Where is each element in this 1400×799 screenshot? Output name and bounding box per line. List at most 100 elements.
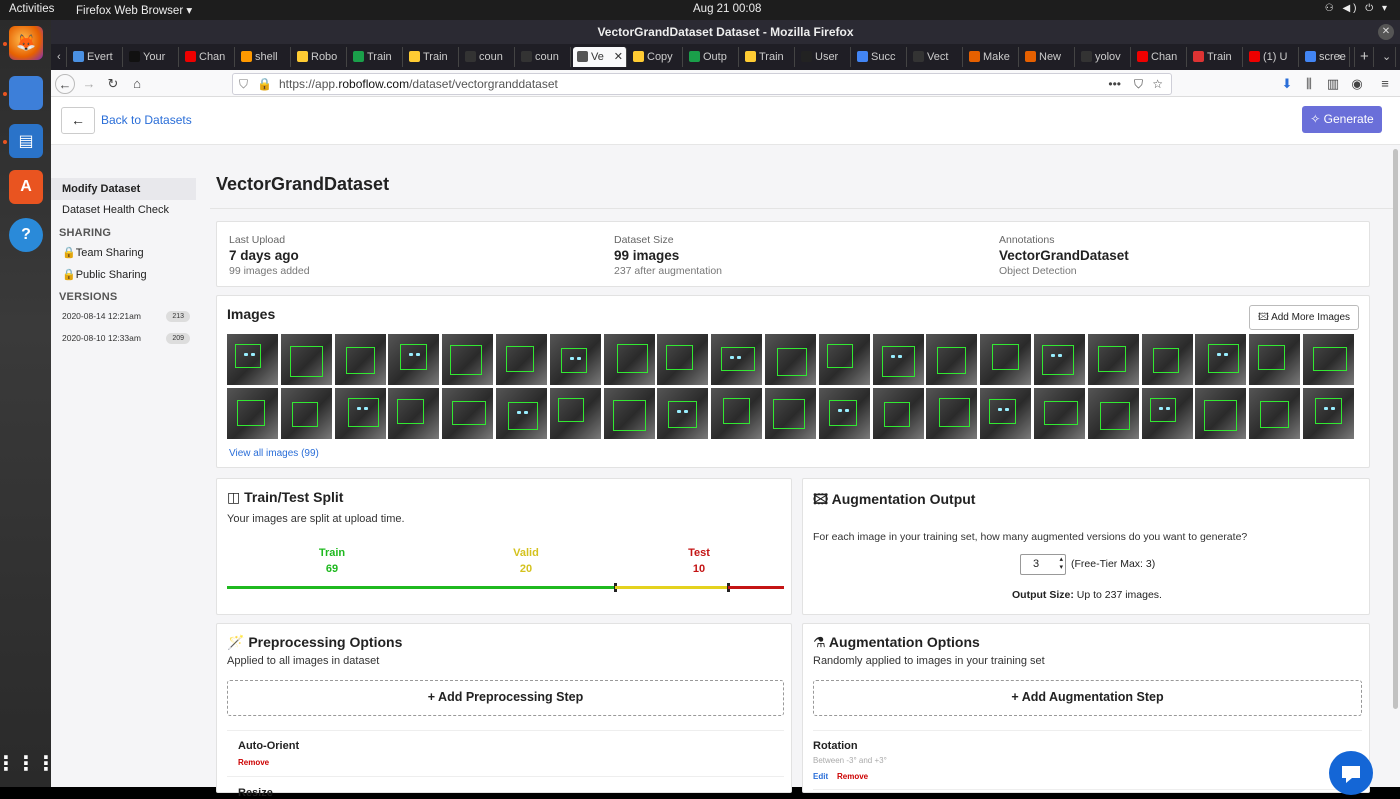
- image-thumbnail[interactable]: [926, 388, 978, 439]
- image-thumbnail[interactable]: [280, 334, 332, 385]
- clock[interactable]: Aug 21 00:08: [693, 3, 761, 15]
- browser-tab[interactable]: Outp: [685, 47, 739, 67]
- image-thumbnail[interactable]: [603, 334, 655, 385]
- apps-grid-icon[interactable]: ⋮⋮⋮: [0, 746, 56, 780]
- lock-icon[interactable]: 🔒: [257, 74, 272, 94]
- back-arrow-icon[interactable]: ←: [61, 107, 95, 134]
- activities-button[interactable]: Activities: [9, 3, 54, 15]
- files-icon[interactable]: [9, 76, 43, 110]
- image-thumbnail[interactable]: [765, 388, 816, 439]
- image-thumbnail[interactable]: [227, 334, 278, 385]
- sidebar-item-modify-dataset[interactable]: Modify Dataset: [51, 178, 196, 200]
- browser-tab[interactable]: coun: [461, 47, 515, 67]
- browser-tab[interactable]: Your: [125, 47, 179, 67]
- image-thumbnail[interactable]: [1195, 388, 1247, 439]
- image-thumbnail[interactable]: [496, 388, 547, 439]
- back-icon[interactable]: ←: [55, 74, 75, 94]
- image-thumbnail[interactable]: [549, 388, 601, 439]
- split-slider[interactable]: [227, 583, 784, 592]
- menu-icon[interactable]: ≡: [1375, 74, 1395, 94]
- remove-rotation-link[interactable]: Remove: [837, 772, 868, 781]
- image-thumbnail[interactable]: [442, 334, 494, 385]
- browser-tab[interactable]: User: [797, 47, 851, 67]
- sidebar-item-health-check[interactable]: Dataset Health Check: [51, 199, 196, 221]
- browser-tab[interactable]: Train: [405, 47, 459, 67]
- back-to-datasets-link[interactable]: Back to Datasets: [101, 113, 192, 127]
- new-tab-icon[interactable]: +: [1356, 47, 1374, 67]
- page-actions-icon[interactable]: •••: [1108, 74, 1121, 94]
- image-thumbnail[interactable]: [657, 334, 709, 385]
- view-all-images-link[interactable]: View all images (99): [229, 448, 319, 459]
- image-thumbnail[interactable]: [818, 334, 870, 385]
- image-thumbnail[interactable]: [1195, 334, 1247, 385]
- image-thumbnail[interactable]: [1141, 388, 1193, 439]
- system-tray[interactable]: ⚇ ◀) ⏻ ▾: [1325, 3, 1390, 14]
- image-thumbnail[interactable]: [549, 334, 601, 385]
- browser-tab[interactable]: New: [1021, 47, 1075, 67]
- tab-list-icon[interactable]: ⌄: [1378, 47, 1396, 67]
- browser-tab[interactable]: Succ: [853, 47, 907, 67]
- image-thumbnail[interactable]: [442, 388, 494, 439]
- image-thumbnail[interactable]: [657, 388, 709, 439]
- sidebar-toggle-icon[interactable]: ▥: [1323, 74, 1343, 94]
- image-thumbnail[interactable]: [388, 334, 440, 385]
- image-thumbnail[interactable]: [334, 334, 386, 385]
- remove-auto-orient-link[interactable]: Remove: [238, 758, 269, 767]
- add-augmentation-step-button[interactable]: + Add Augmentation Step: [813, 680, 1362, 716]
- image-thumbnail[interactable]: [280, 388, 332, 439]
- writer-icon[interactable]: ▤: [9, 124, 43, 158]
- image-thumbnail[interactable]: [227, 388, 278, 439]
- browser-tab[interactable]: Train: [349, 47, 403, 67]
- image-thumbnail[interactable]: [496, 334, 547, 385]
- image-thumbnail[interactable]: [1034, 334, 1085, 385]
- window-close-icon[interactable]: ✕: [1378, 24, 1394, 40]
- image-thumbnail[interactable]: [818, 388, 870, 439]
- version-item[interactable]: 2020-08-10 12:33am 209: [62, 333, 190, 344]
- bookmark-star-icon[interactable]: ☆: [1152, 74, 1163, 94]
- url-bar[interactable]: ⛉ 🔒 https://app.roboflow.com/dataset/vec…: [232, 73, 1172, 95]
- browser-tab[interactable]: Chan: [181, 47, 235, 67]
- tab-scroll-left-icon[interactable]: ‹: [53, 47, 67, 67]
- generate-button[interactable]: ✧ Generate: [1302, 106, 1382, 133]
- image-thumbnail[interactable]: [926, 334, 978, 385]
- pocket-icon[interactable]: ⛉: [1134, 74, 1143, 94]
- browser-tab[interactable]: Train: [741, 47, 795, 67]
- aug-count-input[interactable]: 3 ▴ ▾: [1020, 554, 1066, 575]
- sidebar-item-public-sharing[interactable]: 🔒Public Sharing: [51, 264, 196, 286]
- image-thumbnail[interactable]: [1249, 334, 1301, 385]
- image-thumbnail[interactable]: [872, 334, 924, 385]
- home-icon[interactable]: ⌂: [127, 74, 147, 94]
- image-thumbnail[interactable]: [1303, 334, 1354, 385]
- browser-tab[interactable]: Robo: [293, 47, 347, 67]
- browser-tab[interactable]: Copy: [629, 47, 683, 67]
- image-thumbnail[interactable]: [980, 334, 1032, 385]
- chat-icon[interactable]: [1329, 751, 1373, 795]
- browser-tab[interactable]: Vect: [909, 47, 963, 67]
- browser-tab[interactable]: coun: [517, 47, 571, 67]
- browser-tab[interactable]: Evert: [69, 47, 123, 67]
- image-thumbnail[interactable]: [1034, 388, 1085, 439]
- sidebar-item-team-sharing[interactable]: 🔒Team Sharing: [51, 242, 196, 264]
- browser-tab[interactable]: Make: [965, 47, 1019, 67]
- add-more-images-button[interactable]: 🖾 Add More Images: [1249, 305, 1359, 330]
- forward-icon[interactable]: →: [79, 74, 99, 94]
- image-thumbnail[interactable]: [872, 388, 924, 439]
- library-icon[interactable]: ⫼: [1299, 74, 1319, 94]
- page-scrollbar[interactable]: [1393, 149, 1398, 709]
- image-thumbnail[interactable]: [603, 388, 655, 439]
- shield-icon[interactable]: ⛉: [239, 74, 248, 94]
- image-thumbnail[interactable]: [711, 388, 763, 439]
- image-thumbnail[interactable]: [1087, 388, 1139, 439]
- browser-tab[interactable]: Train: [1189, 47, 1243, 67]
- stepper-icon[interactable]: ▴ ▾: [1059, 556, 1063, 572]
- tab-close-icon[interactable]: ✕: [614, 47, 623, 67]
- browser-tab[interactable]: Chan: [1133, 47, 1187, 67]
- add-preprocessing-step-button[interactable]: + Add Preprocessing Step: [227, 680, 784, 716]
- image-thumbnail[interactable]: [1303, 388, 1354, 439]
- image-thumbnail[interactable]: [1141, 334, 1193, 385]
- browser-tab[interactable]: (1) U: [1245, 47, 1299, 67]
- firefox-icon[interactable]: 🦊: [9, 26, 43, 60]
- app-menu[interactable]: Firefox Web Browser ▾: [76, 3, 192, 17]
- account-icon[interactable]: ◉: [1347, 74, 1367, 94]
- reload-icon[interactable]: ↻: [103, 74, 123, 94]
